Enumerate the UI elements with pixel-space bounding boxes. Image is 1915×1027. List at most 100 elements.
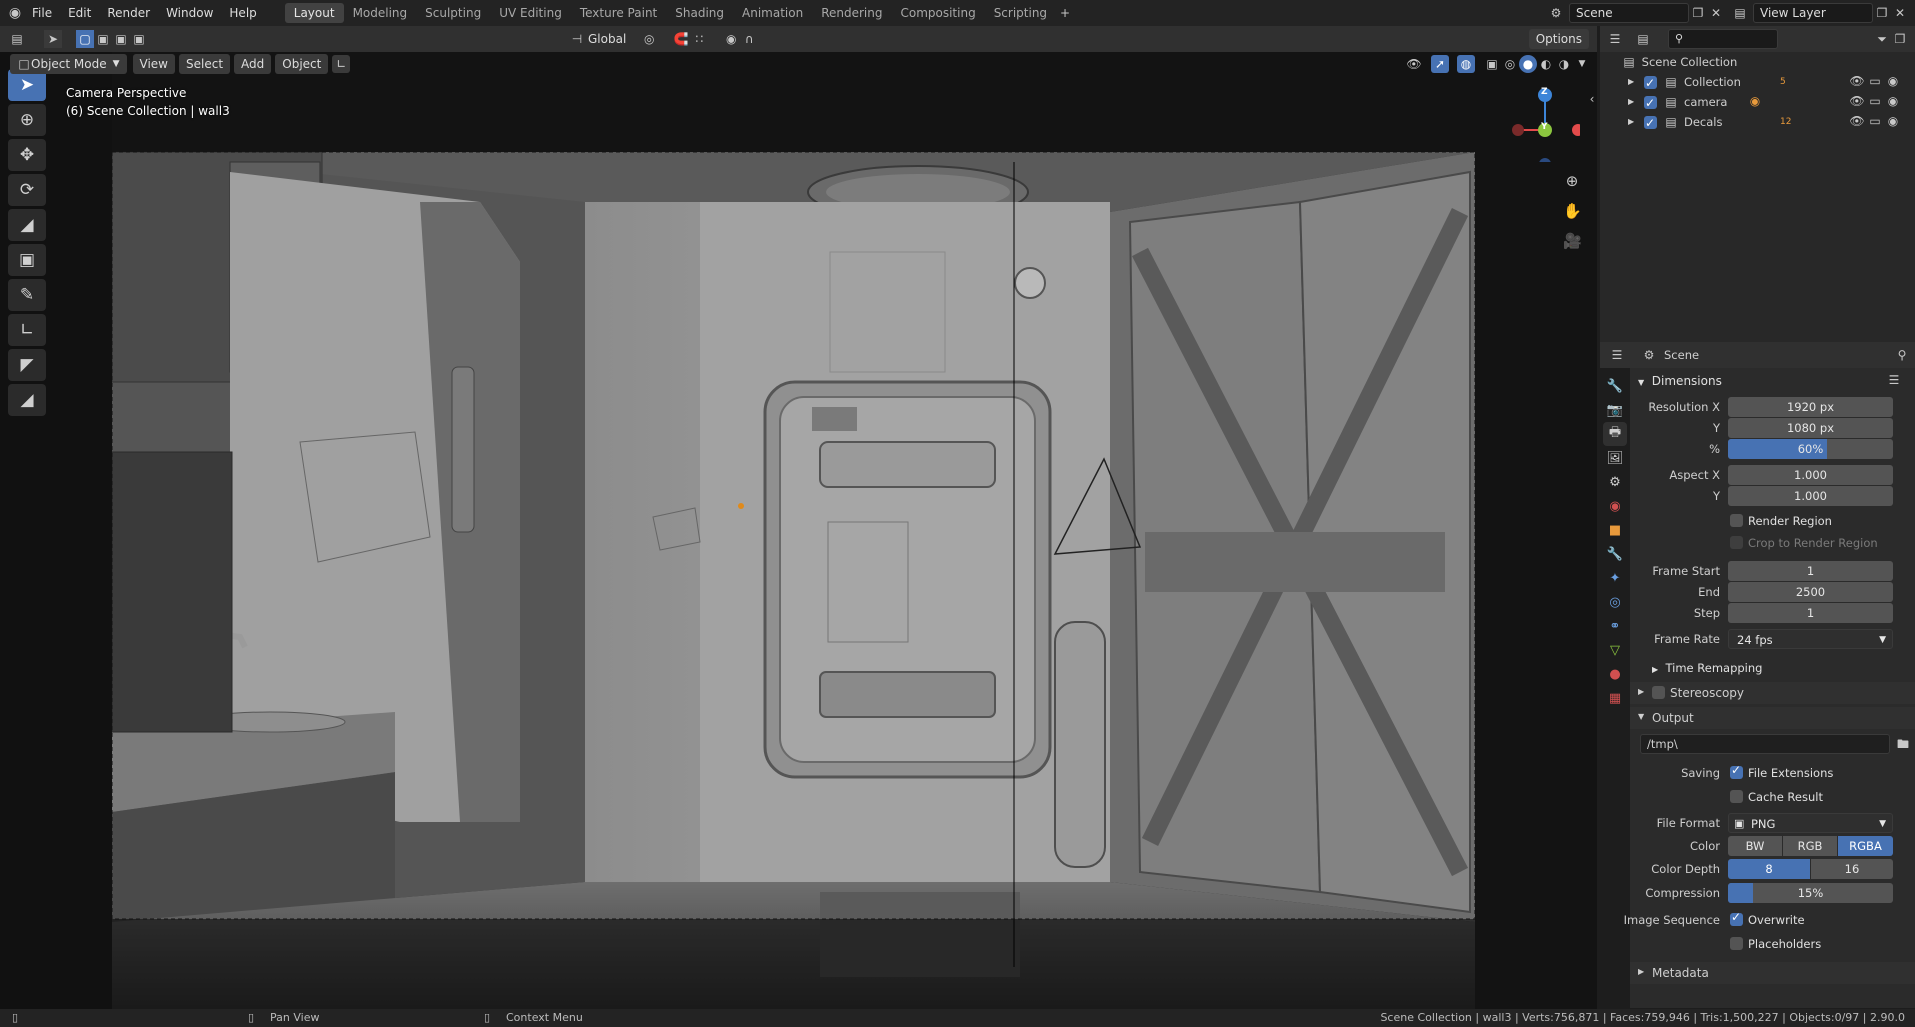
- pin-icon[interactable]: ⚲: [1893, 346, 1911, 364]
- menu-edit[interactable]: Edit: [60, 0, 99, 26]
- file-format-dropdown[interactable]: ▣ PNG ▼: [1728, 813, 1893, 833]
- outliner-row-decals[interactable]: ▶ ▤ Decals 12 👁 ▭ ◉: [1600, 112, 1915, 133]
- new-view-layer-icon[interactable]: ❐: [1873, 4, 1891, 22]
- overwrite-checkbox[interactable]: [1730, 910, 1743, 926]
- outliner-row-collection[interactable]: ▶ ▤ Collection 5 👁 ▭ ◉: [1600, 72, 1915, 93]
- overlay-toggle-icon[interactable]: ◍: [1457, 55, 1475, 73]
- frame-end-field[interactable]: 2500: [1728, 582, 1893, 602]
- menu-view[interactable]: View: [132, 54, 175, 74]
- menu-window[interactable]: Window: [158, 0, 221, 26]
- display-mode-icon[interactable]: ▤: [1634, 30, 1652, 48]
- tab-layout[interactable]: Layout: [284, 3, 344, 23]
- snap-icon[interactable]: 🧲: [672, 30, 690, 48]
- exclude-checkbox[interactable]: [1644, 113, 1657, 133]
- menu-object[interactable]: Object: [275, 54, 329, 74]
- menu-file[interactable]: File: [24, 0, 60, 26]
- 3d-viewport[interactable]: Camera Perspective (6) Scene Collection …: [0, 52, 1597, 1009]
- gizmo-toggle-icon[interactable]: ➚: [1431, 55, 1449, 73]
- rotate-tool-icon[interactable]: ⟳: [8, 174, 46, 206]
- presets-icon[interactable]: ☰: [1885, 371, 1903, 389]
- outliner-editor-icon[interactable]: ☰: [1606, 30, 1624, 48]
- tab-texture-paint[interactable]: Texture Paint: [571, 3, 666, 23]
- gpencil-icon[interactable]: ∟: [332, 55, 351, 73]
- navigation-gizmo[interactable]: Z Y: [1500, 82, 1584, 170]
- metadata-panel-header[interactable]: ▶ Metadata: [1630, 962, 1915, 984]
- output-panel-header[interactable]: ▼ Output: [1630, 707, 1915, 729]
- frame-rate-dropdown[interactable]: 24 fps ▼: [1728, 629, 1893, 649]
- select-subtract-icon[interactable]: ▣: [112, 30, 130, 48]
- measure-tool-icon[interactable]: ∟: [8, 314, 46, 346]
- placeholders-checkbox[interactable]: [1730, 937, 1743, 950]
- sidebar-toggle-icon[interactable]: ‹: [1583, 90, 1597, 108]
- properties-editor-icon[interactable]: ☰: [1608, 346, 1626, 364]
- dimensions-panel-header[interactable]: ▼ Dimensions: [1638, 370, 1722, 392]
- transform-tool-icon[interactable]: ▣: [8, 244, 46, 276]
- camera-render-icon[interactable]: ◉: [1884, 112, 1902, 130]
- frame-start-field[interactable]: 1: [1728, 561, 1893, 581]
- add-plane-tool-icon[interactable]: ◢: [8, 384, 46, 416]
- tab-sculpting[interactable]: Sculpting: [416, 3, 490, 23]
- annotate-tool-icon[interactable]: ✎: [8, 279, 46, 311]
- render-region-checkbox[interactable]: [1730, 514, 1743, 527]
- expand-arrow-icon[interactable]: ▶: [1628, 72, 1634, 92]
- outliner-row-scene-collection[interactable]: ▤ Scene Collection: [1600, 52, 1915, 72]
- eye-icon[interactable]: 👁: [1848, 112, 1866, 130]
- resolution-y-field[interactable]: 1080 px: [1728, 418, 1893, 438]
- outliner-search-input[interactable]: ⚲: [1668, 29, 1778, 49]
- expand-arrow-icon[interactable]: ▶: [1628, 92, 1634, 112]
- tab-shading[interactable]: Shading: [666, 3, 733, 23]
- editor-type-icon[interactable]: ▤: [8, 30, 26, 48]
- texture-tab-icon[interactable]: ▦: [1603, 686, 1627, 710]
- cache-result-checkbox[interactable]: [1730, 790, 1743, 803]
- tab-uv-editing[interactable]: UV Editing: [490, 3, 571, 23]
- depth-8-button[interactable]: 8: [1728, 859, 1810, 879]
- shading-options-icon[interactable]: ▼: [1573, 55, 1591, 73]
- monitor-icon[interactable]: ▭: [1866, 112, 1884, 130]
- wireframe-shading-icon[interactable]: ◎: [1501, 55, 1519, 73]
- file-extensions-checkbox[interactable]: [1730, 763, 1743, 779]
- stereoscopy-checkbox[interactable]: [1652, 686, 1665, 699]
- material-tab-icon[interactable]: ●: [1603, 662, 1627, 686]
- filter-icon[interactable]: ⏷: [1873, 30, 1891, 48]
- add-workspace-icon[interactable]: +: [1056, 4, 1074, 22]
- color-rgb-button[interactable]: RGB: [1783, 836, 1837, 856]
- select-intersect-icon[interactable]: ▣: [130, 30, 148, 48]
- cursor-tool-icon[interactable]: ⊕: [8, 104, 46, 136]
- mode-dropdown[interactable]: □ Object Mode ▼: [10, 54, 127, 74]
- orientation-icon[interactable]: ⊣: [568, 30, 586, 48]
- menu-select[interactable]: Select: [179, 54, 231, 74]
- view-layer-icon[interactable]: ▤: [1731, 4, 1749, 22]
- rendered-shading-icon[interactable]: ◑: [1555, 55, 1573, 73]
- move-tool-icon[interactable]: ✥: [8, 139, 46, 171]
- camera-render-icon[interactable]: ◉: [1884, 72, 1902, 90]
- snap-target-icon[interactable]: ∷: [690, 30, 708, 48]
- crop-region-checkbox[interactable]: [1730, 536, 1743, 549]
- tab-rendering[interactable]: Rendering: [812, 3, 891, 23]
- resolution-x-field[interactable]: 1920 px: [1728, 397, 1893, 417]
- falloff-icon[interactable]: ∩: [740, 30, 758, 48]
- tool-tab-icon[interactable]: 🔧: [1603, 374, 1627, 398]
- new-collection-icon[interactable]: ❐: [1891, 30, 1909, 48]
- eye-icon[interactable]: 👁: [1848, 92, 1866, 110]
- add-cube-tool-icon[interactable]: ◤: [8, 349, 46, 381]
- time-remapping-subpanel[interactable]: ▶ Time Remapping: [1652, 657, 1762, 679]
- menu-render[interactable]: Render: [99, 0, 158, 26]
- expand-arrow-icon[interactable]: ▶: [1628, 112, 1634, 132]
- zoom-icon[interactable]: ⊕: [1563, 172, 1581, 190]
- delete-view-layer-icon[interactable]: ✕: [1891, 4, 1909, 22]
- menu-help[interactable]: Help: [221, 0, 264, 26]
- depth-16-button[interactable]: 16: [1811, 859, 1893, 879]
- compression-slider[interactable]: 15%: [1728, 883, 1893, 903]
- outliner-row-camera[interactable]: ▶ ▤ camera ◉ 👁 ▭ ◉: [1600, 92, 1915, 113]
- view-layer-selector[interactable]: View Layer: [1753, 3, 1873, 23]
- exclude-checkbox[interactable]: [1644, 93, 1657, 113]
- pan-hand-icon[interactable]: ✋: [1563, 202, 1582, 220]
- blender-logo-icon[interactable]: ◉: [6, 4, 24, 22]
- color-rgba-button[interactable]: RGBA: [1838, 836, 1893, 856]
- exclude-checkbox[interactable]: [1644, 73, 1657, 93]
- camera-view-icon[interactable]: 🎥: [1563, 232, 1582, 250]
- tab-scripting[interactable]: Scripting: [985, 3, 1056, 23]
- new-scene-icon[interactable]: ❐: [1689, 4, 1707, 22]
- tab-compositing[interactable]: Compositing: [891, 3, 984, 23]
- select-mode-icon[interactable]: ▢: [76, 30, 94, 48]
